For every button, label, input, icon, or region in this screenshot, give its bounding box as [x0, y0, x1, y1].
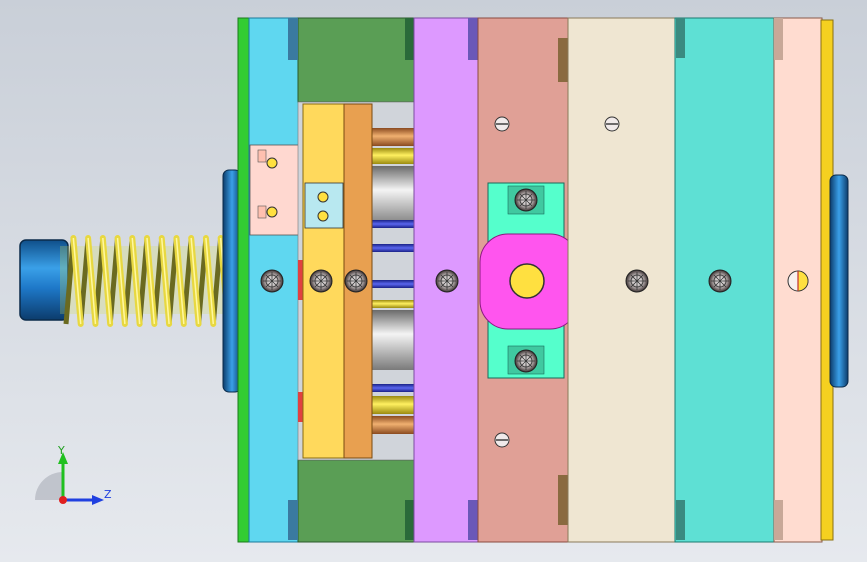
- spring-assembly[interactable]: [19, 235, 231, 327]
- spacer-block-bottom[interactable]: [297, 459, 416, 543]
- cad-mold-assembly-view[interactable]: Y Z: [0, 0, 867, 562]
- axis-z-label: Z: [104, 488, 112, 501]
- screw-head-icon[interactable]: [604, 116, 620, 132]
- guide-post-top: [288, 18, 298, 60]
- screw-head-icon[interactable]: [309, 269, 333, 293]
- leader-pin-bottom: [558, 475, 568, 525]
- plate-guide-top: [676, 18, 685, 58]
- spacer-block-top[interactable]: [297, 17, 416, 103]
- screw-head-icon[interactable]: [625, 269, 649, 293]
- screw-head-icon[interactable]: [435, 269, 459, 293]
- screw-head-icon[interactable]: [260, 269, 284, 293]
- guide-bush-bottom: [468, 500, 478, 540]
- screw-head-icon[interactable]: [494, 116, 510, 132]
- axis-triad-icon: [35, 452, 104, 505]
- clamp-guide-bottom: [774, 500, 783, 540]
- right-locating-ring[interactable]: [829, 174, 849, 388]
- sprue-opening[interactable]: [509, 263, 545, 299]
- plate-guide-bottom: [676, 500, 685, 540]
- return-pin-block[interactable]: [304, 182, 344, 229]
- screw-head-icon[interactable]: [708, 269, 732, 293]
- screw-head-icon[interactable]: [494, 432, 510, 448]
- clamp-plate-left[interactable]: [237, 17, 251, 543]
- clamp-guide-top: [774, 18, 783, 60]
- guide-bush-top: [468, 18, 478, 60]
- leader-pin-top: [558, 38, 568, 82]
- core-insert[interactable]: [479, 182, 579, 379]
- axis-y-label: Y: [57, 444, 65, 457]
- screw-head-icon[interactable]: [344, 269, 368, 293]
- guide-post-bottom: [288, 500, 298, 540]
- half-screw-icon[interactable]: [787, 270, 809, 292]
- cavity-plate[interactable]: [567, 17, 677, 543]
